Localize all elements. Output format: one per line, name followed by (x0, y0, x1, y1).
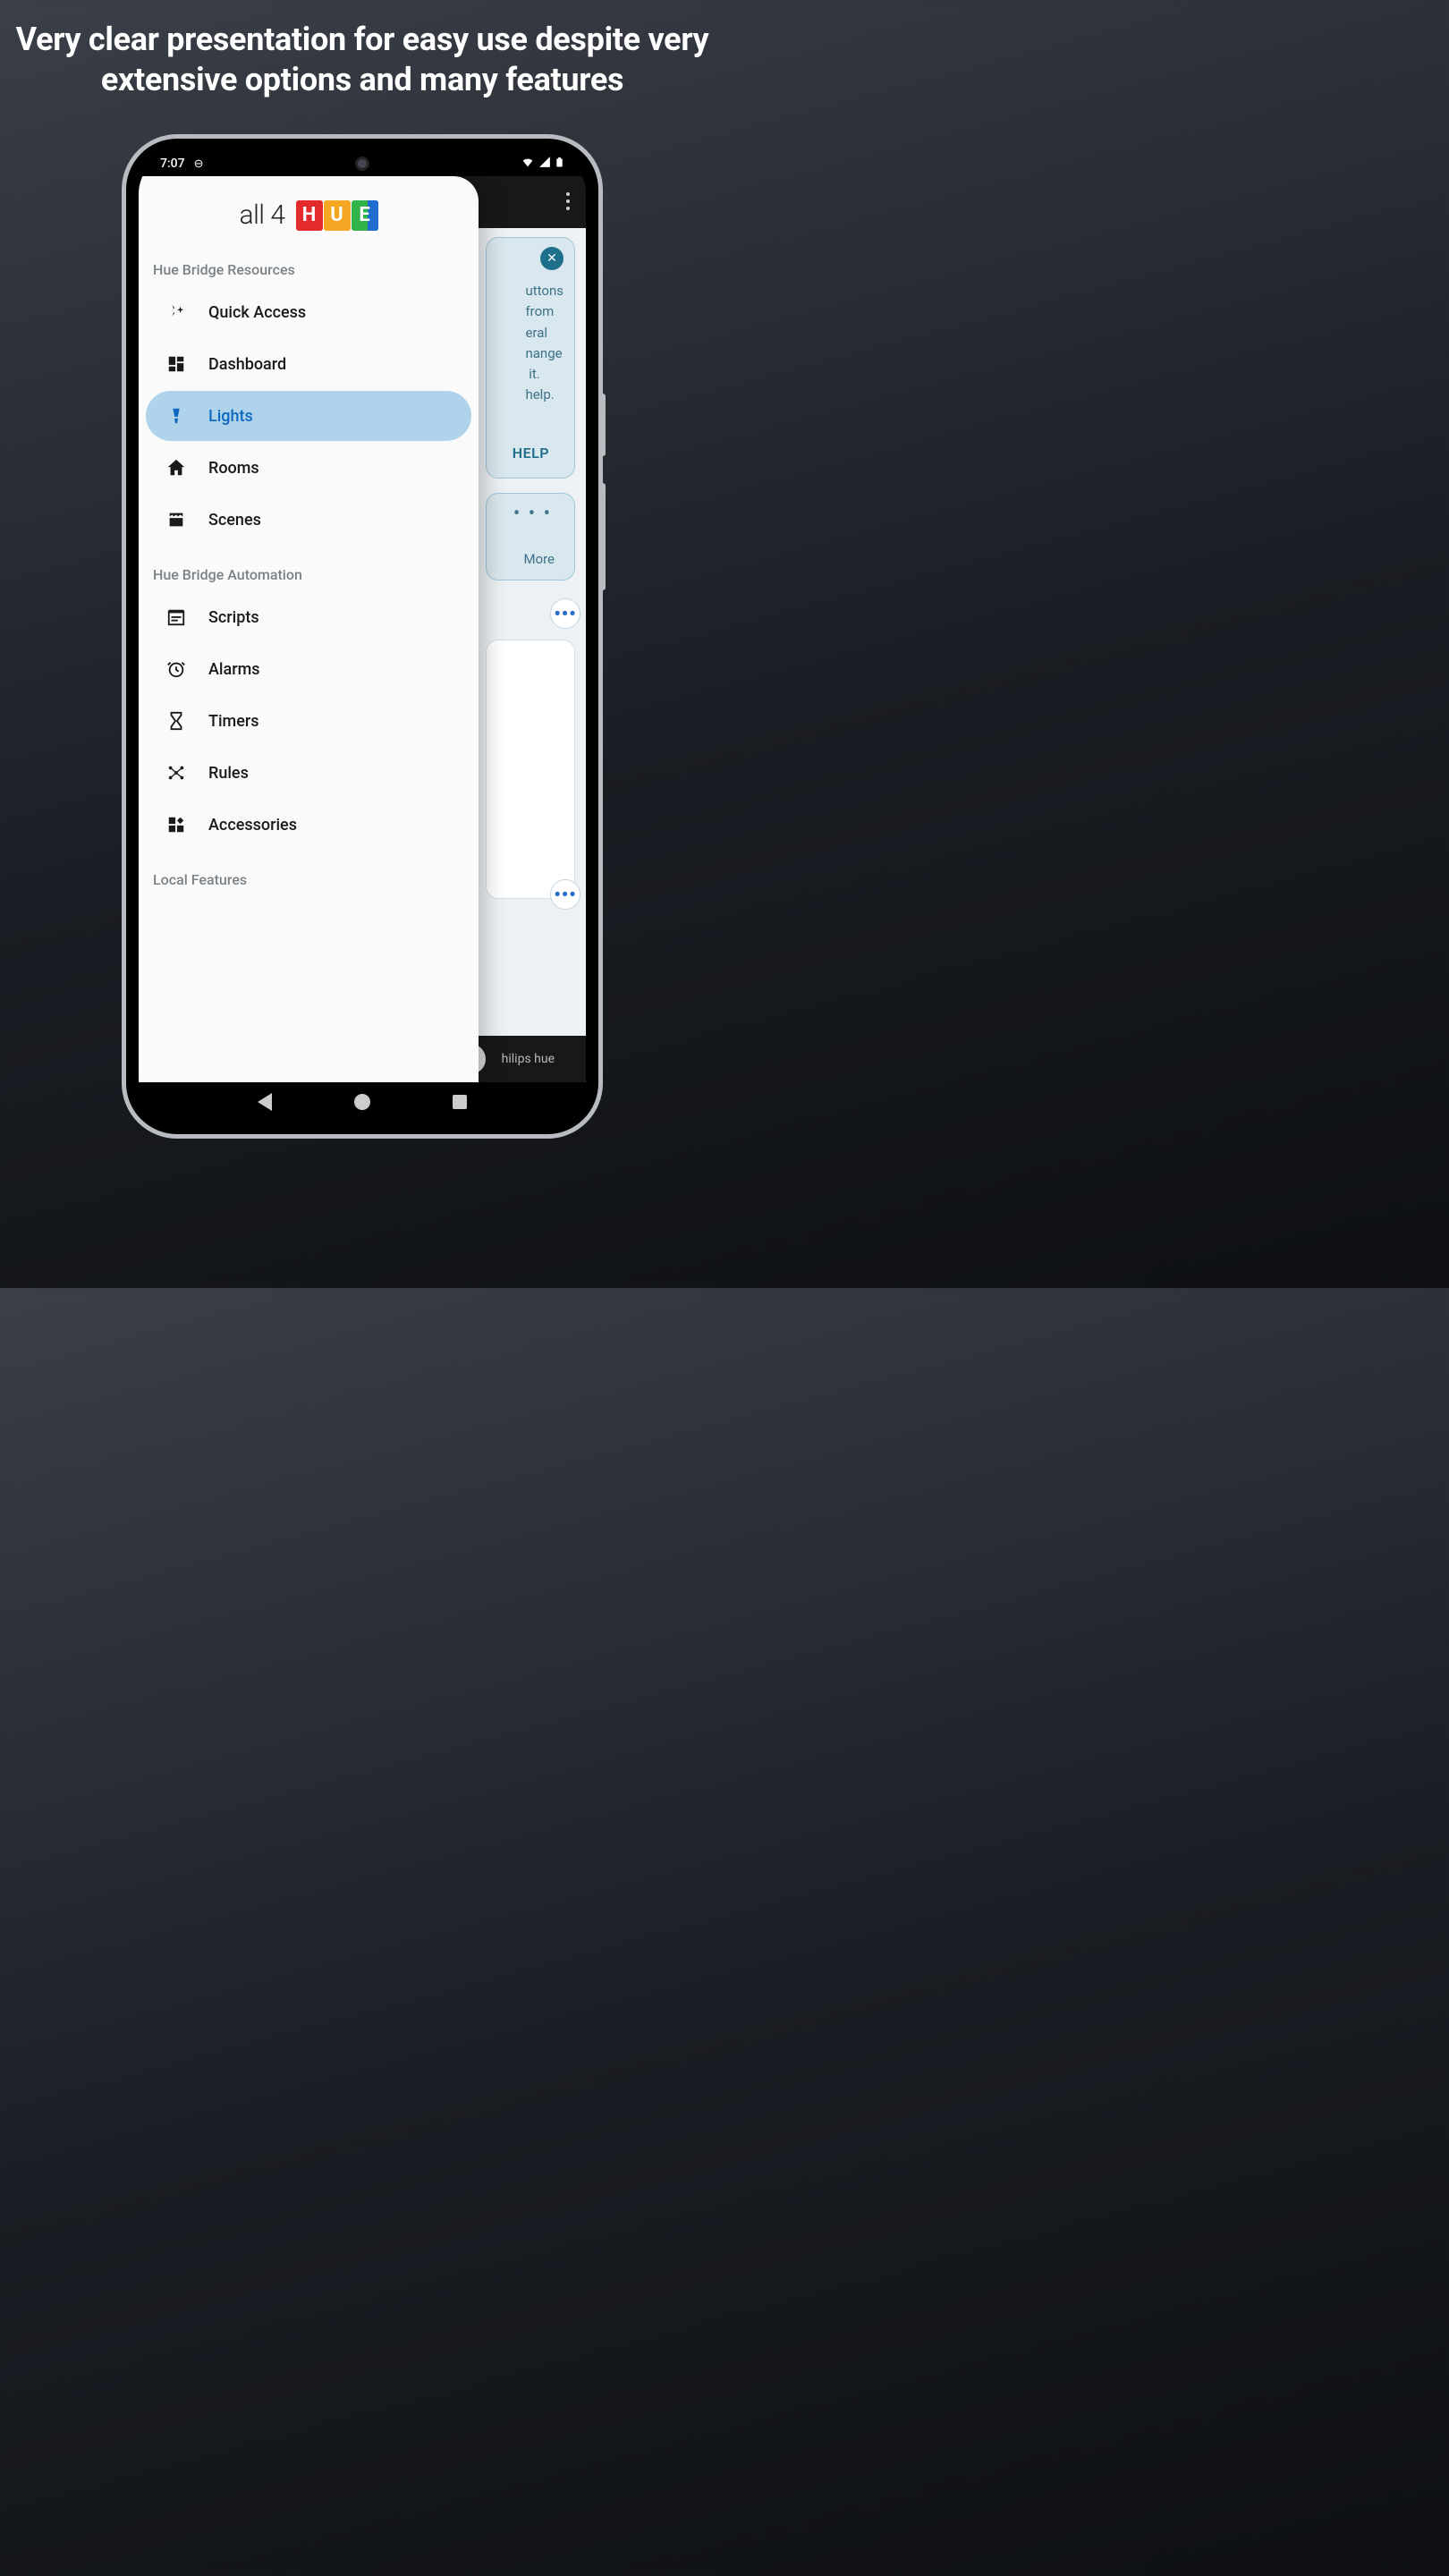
ellipsis-icon: • • • (513, 503, 552, 525)
menu-dashboard[interactable]: Dashboard (146, 339, 471, 389)
more-link[interactable]: More (523, 551, 555, 567)
menu-label: Quick Access (208, 303, 306, 322)
menu-lights[interactable]: Lights (146, 391, 471, 441)
card-menu-button[interactable]: ••• (550, 879, 580, 910)
menu-scenes[interactable]: Scenes (146, 495, 471, 545)
menu-label: Lights (208, 407, 253, 426)
menu-label: Alarms (208, 660, 260, 679)
logo-letter-e: E (352, 200, 378, 231)
signal-icon (538, 156, 551, 172)
rules-icon (165, 762, 187, 784)
app-logo: all 4 H U E (139, 176, 479, 252)
wifi-icon (521, 155, 535, 173)
more-card: • • • More (486, 493, 575, 580)
menu-label: Scripts (208, 608, 259, 627)
menu-rooms[interactable]: Rooms (146, 443, 471, 493)
overflow-menu-button[interactable] (566, 192, 570, 210)
marketing-headline: Very clear presentation for easy use des… (13, 20, 712, 100)
dashboard-icon (165, 353, 187, 375)
timers-icon (165, 710, 187, 732)
menu-label: Rules (208, 764, 249, 783)
rooms-icon (165, 457, 187, 479)
scenes-icon (165, 509, 187, 530)
camera-notch (355, 157, 369, 171)
nav-recents-button[interactable] (453, 1095, 467, 1109)
menu-label: Timers (208, 712, 259, 731)
phone-mockup: 7:07 ⊖ ✕ uttons from eral nange it. help… (122, 134, 603, 1139)
menu-accessories[interactable]: Accessories (146, 800, 471, 850)
menu-quick-access[interactable]: Quick Access (146, 287, 471, 337)
menu-label: Dashboard (208, 355, 286, 374)
battery-icon (555, 155, 564, 173)
lights-icon (165, 405, 187, 427)
logo-letter-u: U (324, 200, 351, 231)
menu-scripts[interactable]: Scripts (146, 592, 471, 642)
nav-back-button[interactable] (258, 1093, 272, 1111)
scripts-icon (165, 606, 187, 628)
help-link[interactable]: HELP (513, 445, 549, 462)
menu-timers[interactable]: Timers (146, 696, 471, 746)
accessories-icon (165, 814, 187, 835)
info-card: ✕ uttons from eral nange it. help. HELP (486, 237, 575, 479)
phone-side-button (601, 483, 606, 590)
status-time: 7:07 (160, 157, 185, 171)
logo-prefix: all 4 (239, 199, 284, 231)
logo-letter-h: H (296, 200, 323, 231)
menu-label: Rooms (208, 459, 259, 478)
navigation-drawer: all 4 H U E Hue Bridge Resources Quick A… (139, 176, 479, 1082)
section-local: Local Features (139, 862, 479, 895)
menu-rules[interactable]: Rules (146, 748, 471, 798)
phone-side-button (601, 394, 606, 456)
section-automation: Hue Bridge Automation (139, 557, 479, 590)
menu-label: Scenes (208, 511, 261, 530)
nav-home-button[interactable] (354, 1094, 370, 1110)
menu-label: Accessories (208, 816, 297, 835)
info-card-text: uttons from eral nange it. help. (525, 281, 564, 406)
dnd-icon: ⊖ (194, 157, 204, 171)
content-card (486, 640, 575, 899)
alarms-icon (165, 658, 187, 680)
close-icon[interactable]: ✕ (540, 247, 564, 270)
menu-alarms[interactable]: Alarms (146, 644, 471, 694)
android-nav-bar (139, 1082, 586, 1122)
footer-label: hilips hue (502, 1052, 555, 1066)
quick-access-icon (165, 301, 187, 323)
card-menu-button[interactable]: ••• (550, 598, 580, 629)
section-resources: Hue Bridge Resources (139, 252, 479, 285)
